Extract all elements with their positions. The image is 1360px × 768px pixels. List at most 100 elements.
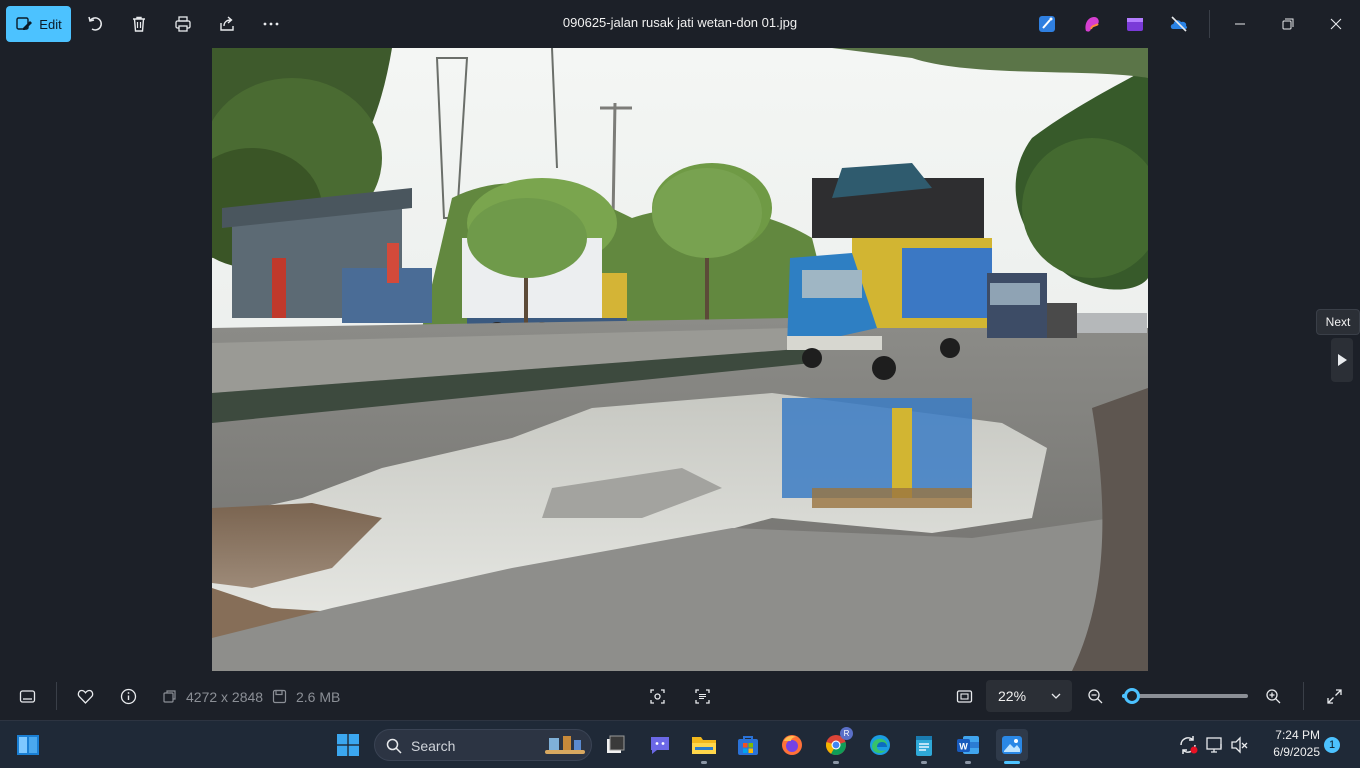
sync-alert-icon: [1180, 736, 1198, 754]
firefox-button[interactable]: [776, 729, 808, 761]
file-info-button[interactable]: [116, 684, 140, 708]
edge-button[interactable]: [864, 729, 896, 761]
image-dimensions: 4272 x 2848: [186, 689, 264, 705]
store-bag-icon: [738, 736, 758, 755]
delete-button[interactable]: [125, 10, 153, 38]
photos-icon: [1002, 736, 1022, 754]
designer-icon: [1039, 16, 1055, 32]
widgets-icon: [17, 735, 39, 755]
task-view-icon: [607, 735, 625, 753]
zoom-slider-thumb[interactable]: [1124, 688, 1141, 704]
filmstrip-icon: [19, 689, 35, 703]
toolbar-divider: [1209, 10, 1210, 38]
road-pothole-photo: [212, 48, 1148, 671]
copilot-icon: [1085, 17, 1099, 32]
trash-icon: [133, 16, 145, 32]
zoom-level-dropdown[interactable]: 22%: [986, 680, 1072, 712]
rotate-button[interactable]: [81, 10, 109, 38]
meet-app-button[interactable]: [644, 729, 676, 761]
volume-button[interactable]: [1224, 729, 1256, 761]
chevron-down-icon: [1051, 693, 1061, 699]
fit-screen-icon: [956, 689, 972, 703]
close-icon: [1330, 18, 1342, 30]
filmstrip-button[interactable]: [15, 684, 39, 708]
clipchamp-icon: [1127, 18, 1143, 31]
notification-badge[interactable]: 1: [1324, 737, 1340, 753]
active-app-indicator: [1004, 761, 1020, 764]
print-button[interactable]: [169, 10, 197, 38]
restore-icon: [1282, 18, 1294, 30]
favorite-button[interactable]: [73, 684, 97, 708]
monitor-icon: [1206, 737, 1222, 753]
zoom-out-icon: [1087, 688, 1102, 703]
edit-image-icon: [16, 17, 33, 30]
chrome-button[interactable]: R: [820, 727, 853, 764]
firefox-icon: [782, 735, 802, 755]
taskbar-search[interactable]: Search: [374, 729, 592, 761]
zoom-out-button[interactable]: [1083, 684, 1107, 708]
clock-date: 6/9/2025: [1273, 745, 1320, 759]
zoom-in-icon: [1265, 688, 1280, 703]
search-highlight-icon: [545, 736, 585, 754]
zoom-in-button[interactable]: [1261, 684, 1285, 708]
task-view-button[interactable]: [599, 729, 631, 761]
more-icon: [263, 22, 279, 26]
taskbar-clock[interactable]: 7:24 PM 6/9/2025: [1256, 727, 1320, 761]
image-size-icon: [162, 689, 176, 703]
minimize-button[interactable]: [1226, 10, 1254, 38]
microsoft-store-button[interactable]: [732, 729, 764, 761]
bottom-divider-right: [1303, 682, 1304, 710]
file-title: 090625-jalan rusak jati wetan-don 01.jpg: [562, 15, 798, 30]
photo-canvas[interactable]: [212, 48, 1148, 671]
minimize-icon: [1235, 23, 1245, 25]
word-button[interactable]: W: [952, 729, 984, 764]
zoom-value: 22%: [998, 688, 1027, 704]
edit-label: Edit: [39, 16, 62, 32]
heart-icon: [77, 689, 93, 704]
speaker-muted-icon: [1231, 736, 1248, 754]
notepad-icon: [916, 736, 932, 756]
edge-icon: [870, 735, 890, 755]
edit-button[interactable]: Edit: [6, 6, 71, 42]
file-explorer-button[interactable]: [688, 729, 720, 764]
save-disk-icon: [272, 689, 286, 703]
maximize-button[interactable]: [1274, 10, 1302, 38]
bottom-toolbar: 4272 x 2848 2.6 MB 22%: [0, 672, 1360, 720]
running-indicator: [921, 761, 927, 764]
onedrive-button[interactable]: [1169, 14, 1189, 34]
expand-icon: [1326, 688, 1342, 704]
info-icon: [120, 688, 136, 704]
visual-search-button[interactable]: [645, 684, 669, 708]
close-button[interactable]: [1322, 10, 1350, 38]
actual-size-button[interactable]: [952, 684, 976, 708]
more-options-button[interactable]: [257, 10, 285, 38]
copilot-app-button[interactable]: [1082, 14, 1102, 34]
taskbar: Search R W 7:24 PM 6/9/2025 1: [0, 720, 1360, 768]
bottom-divider: [56, 682, 57, 710]
clipchamp-app-button[interactable]: [1125, 14, 1145, 34]
running-indicator: [701, 761, 707, 764]
notepad-button[interactable]: [908, 729, 940, 764]
printer-icon: [175, 16, 191, 32]
next-button[interactable]: [1331, 338, 1353, 382]
designer-app-button[interactable]: [1037, 14, 1057, 34]
file-size-indicator: [267, 684, 291, 708]
fullscreen-button[interactable]: [1322, 684, 1346, 708]
widgets-button[interactable]: [12, 729, 44, 761]
next-tooltip: Next: [1316, 309, 1360, 335]
visual-search-icon: [649, 688, 665, 704]
share-button[interactable]: [213, 10, 241, 38]
zoom-slider[interactable]: [1122, 688, 1248, 704]
top-toolbar: Edit 090625-jalan rusak jati wetan-don 0…: [0, 0, 1360, 48]
play-right-icon: [1338, 354, 1347, 366]
photos-app-button[interactable]: [996, 729, 1028, 764]
start-button[interactable]: [332, 729, 364, 761]
windows-logo-icon: [337, 734, 359, 756]
search-label: Search: [411, 738, 456, 754]
search-icon: [386, 738, 402, 754]
clock-time: 7:24 PM: [1275, 728, 1320, 742]
word-icon: W: [957, 736, 979, 754]
scan-text-button[interactable]: [690, 684, 714, 708]
video-chat-icon: [651, 737, 669, 754]
onedrive-off-icon: [1170, 16, 1188, 32]
